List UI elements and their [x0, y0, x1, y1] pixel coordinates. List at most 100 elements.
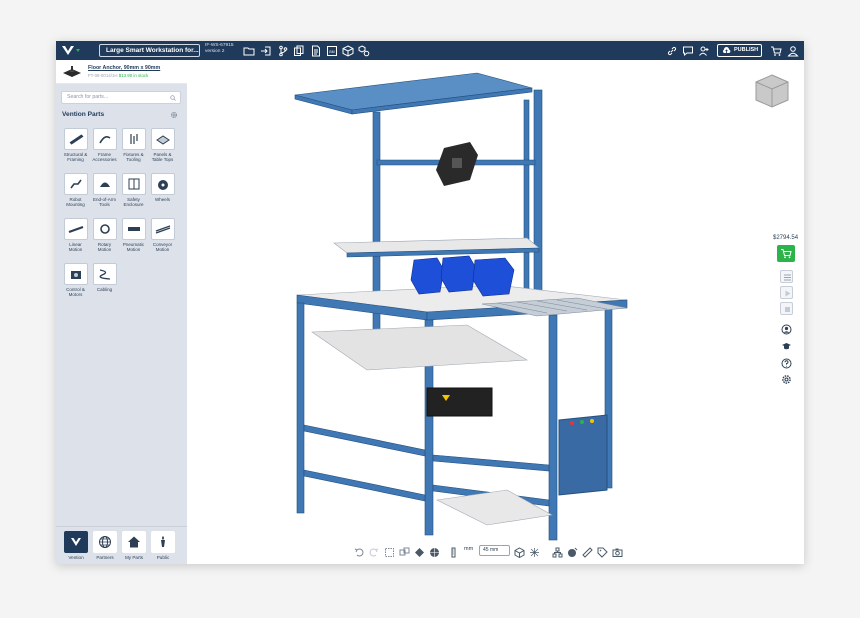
academy-button[interactable] [780, 340, 793, 353]
part-category[interactable]: Wheels [149, 173, 176, 202]
simulation-button[interactable] [780, 286, 793, 299]
tab-vention[interactable]: Vention [62, 531, 90, 560]
bill-of-materials-button[interactable] [780, 270, 793, 283]
copy-icon[interactable] [293, 44, 305, 56]
bom-icon[interactable]: BM [326, 44, 338, 56]
paint-icon[interactable] [567, 545, 578, 557]
link-icon[interactable] [666, 44, 678, 56]
tab-my-parts[interactable]: My Parts [120, 531, 148, 560]
monitor-mount [436, 142, 478, 186]
part-category-tile[interactable] [150, 218, 175, 240]
measure-icon[interactable] [582, 545, 593, 558]
part-category[interactable]: Structural & Framing [62, 128, 89, 162]
part-category-tile[interactable] [150, 173, 175, 195]
part-category-tile[interactable] [121, 218, 146, 240]
svg-text:BM: BM [329, 50, 334, 54]
gear-icon[interactable] [170, 111, 178, 119]
part-category-tile[interactable] [92, 173, 117, 195]
comment-icon[interactable] [682, 44, 694, 57]
library-tabs: Vention Partners My Parts Public [56, 526, 187, 564]
part-category[interactable]: Fixtures & Tooling [120, 128, 147, 162]
drawer-unit [426, 387, 493, 417]
tab-public[interactable]: Public [149, 531, 177, 560]
design-title[interactable]: Large Smart Workstation for... [99, 44, 200, 57]
cube-view-icon[interactable] [514, 545, 525, 559]
part-category[interactable]: Panels & Table Tops [149, 128, 176, 162]
folder-icon[interactable] [243, 44, 255, 56]
help-button[interactable] [780, 357, 793, 370]
step-size-select[interactable]: 45 mm [479, 545, 510, 556]
ruler-icon[interactable] [450, 545, 461, 558]
panels-icon [155, 135, 170, 145]
redo-icon[interactable] [368, 545, 379, 557]
tab-partners[interactable]: Partners [91, 531, 119, 560]
part-category-tile[interactable] [63, 218, 88, 240]
search-icon [170, 95, 176, 101]
add-to-cart-button[interactable] [777, 245, 795, 262]
part-category-tile[interactable] [92, 128, 117, 150]
part-category[interactable]: Conveyor Motion [149, 218, 176, 252]
part-category[interactable]: Pneumatic Motion [120, 218, 147, 252]
package-icon[interactable] [342, 44, 354, 57]
support-icon [781, 324, 792, 335]
frame-accessories-icon [98, 136, 110, 144]
total-price: $2794.54 [773, 235, 799, 241]
part-category[interactable]: Frame Accessories [91, 128, 118, 162]
user-icon[interactable] [787, 44, 799, 57]
storage-bins [410, 255, 515, 297]
vention-logo[interactable] [60, 43, 82, 58]
account-support-button[interactable] [780, 323, 793, 336]
move-icon[interactable] [399, 545, 410, 556]
selected-part[interactable]: Floor Anchor, 90mm x 90mm FT-08-0014/1H … [56, 60, 187, 84]
graduation-cap-icon [782, 343, 791, 350]
selected-part-name[interactable]: Floor Anchor, 90mm x 90mm [88, 65, 160, 71]
part-category[interactable]: Cabling [91, 263, 118, 292]
group-icon[interactable] [414, 545, 425, 557]
part-category-label: Linear Motion [68, 242, 83, 252]
pneumatic-motion-icon [127, 227, 140, 231]
part-category[interactable]: Rotary Motion [91, 218, 118, 252]
part-category[interactable]: Control & Motors [62, 263, 89, 297]
part-category-tile[interactable] [63, 263, 88, 285]
camera-icon[interactable] [612, 545, 623, 557]
document-icon[interactable] [310, 44, 322, 57]
tag-icon[interactable] [597, 545, 608, 558]
part-category-tile[interactable] [92, 263, 117, 285]
part-category[interactable]: Linear Motion [62, 218, 89, 252]
part-category[interactable]: Safety Enclosure [120, 173, 147, 207]
app-window: Large Smart Workstation for... IF-WS-679… [56, 41, 804, 564]
part-category-tile[interactable] [92, 218, 117, 240]
3d-canvas[interactable]: $2794.54 mm 45 mm [187, 60, 804, 564]
settings-cubes-icon[interactable] [358, 44, 370, 57]
part-category-tile[interactable] [121, 173, 146, 195]
undo-icon[interactable] [354, 545, 365, 557]
explode-icon[interactable] [529, 545, 540, 557]
part-category-tile[interactable] [63, 173, 88, 195]
tab-label: Partners [96, 555, 114, 560]
part-category-tile[interactable] [150, 128, 175, 150]
search-input[interactable]: Search for parts... [61, 91, 181, 104]
workstation-3d-model[interactable] [187, 60, 804, 564]
assembly-icon[interactable] [552, 545, 563, 558]
linear-motion-icon [68, 225, 83, 234]
fixtures-tooling-icon [129, 134, 138, 144]
cart-icon [781, 249, 792, 259]
cart-icon[interactable] [770, 44, 782, 56]
part-category-tile[interactable] [63, 128, 88, 150]
user-add-icon[interactable] [698, 44, 710, 56]
help-icon [781, 358, 792, 369]
part-category[interactable]: End-of-Arm Tools [91, 173, 118, 207]
publish-button[interactable]: PUBLISH [717, 44, 762, 57]
stop-button[interactable] [780, 302, 793, 315]
select-icon[interactable] [384, 545, 395, 557]
gear-icon [782, 375, 791, 384]
sphere-icon[interactable] [429, 545, 440, 557]
bottom-toolbar: mm 45 mm [354, 543, 644, 559]
import-icon[interactable] [260, 44, 272, 56]
control-cabinet [558, 414, 608, 496]
part-category-tile[interactable] [121, 128, 146, 150]
branch-icon[interactable] [277, 44, 289, 57]
part-category[interactable]: Robot Mounting [62, 173, 89, 207]
view-cube[interactable] [753, 73, 791, 109]
settings-button[interactable] [780, 373, 793, 386]
